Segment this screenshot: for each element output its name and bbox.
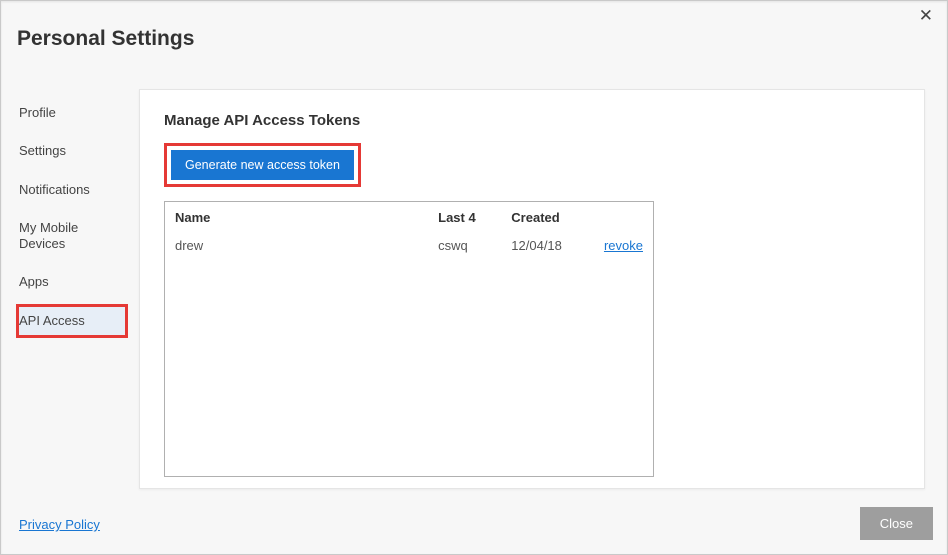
close-button[interactable]: Close [860,507,933,540]
col-last4: Last 4 [428,202,501,233]
sidebar-item-notifications[interactable]: Notifications [17,174,127,206]
cell-name: drew [165,233,428,258]
cell-created: 12/04/18 [501,233,594,258]
close-icon[interactable]: ✕ [919,7,933,24]
token-table-container: Name Last 4 Created drew cswq 12/04/18 r… [164,201,654,477]
token-table: Name Last 4 Created drew cswq 12/04/18 r… [165,202,653,258]
table-row: drew cswq 12/04/18 revoke [165,233,653,258]
sidebar-item-api-access[interactable]: API Access [17,305,127,337]
sidebar-item-my-mobile-devices[interactable]: My Mobile Devices [17,212,127,261]
cell-last4: cswq [428,233,501,258]
generate-button-highlight: Generate new access token [164,143,361,187]
sidebar-item-profile[interactable]: Profile [17,97,127,129]
sidebar-item-settings[interactable]: Settings [17,135,127,167]
sidebar-item-apps[interactable]: Apps [17,266,127,298]
revoke-link[interactable]: revoke [604,238,643,253]
panel-heading: Manage API Access Tokens [164,112,900,129]
page-title: Personal Settings [17,27,194,51]
privacy-policy-link[interactable]: Privacy Policy [19,517,100,532]
col-action [594,202,653,233]
col-name: Name [165,202,428,233]
token-table-header-row: Name Last 4 Created [165,202,653,233]
generate-access-token-button[interactable]: Generate new access token [171,150,354,180]
api-access-panel: Manage API Access Tokens Generate new ac… [139,89,925,489]
col-created: Created [501,202,594,233]
personal-settings-modal: ✕ Personal Settings Profile Settings Not… [0,0,948,555]
sidebar-nav: Profile Settings Notifications My Mobile… [17,97,127,343]
